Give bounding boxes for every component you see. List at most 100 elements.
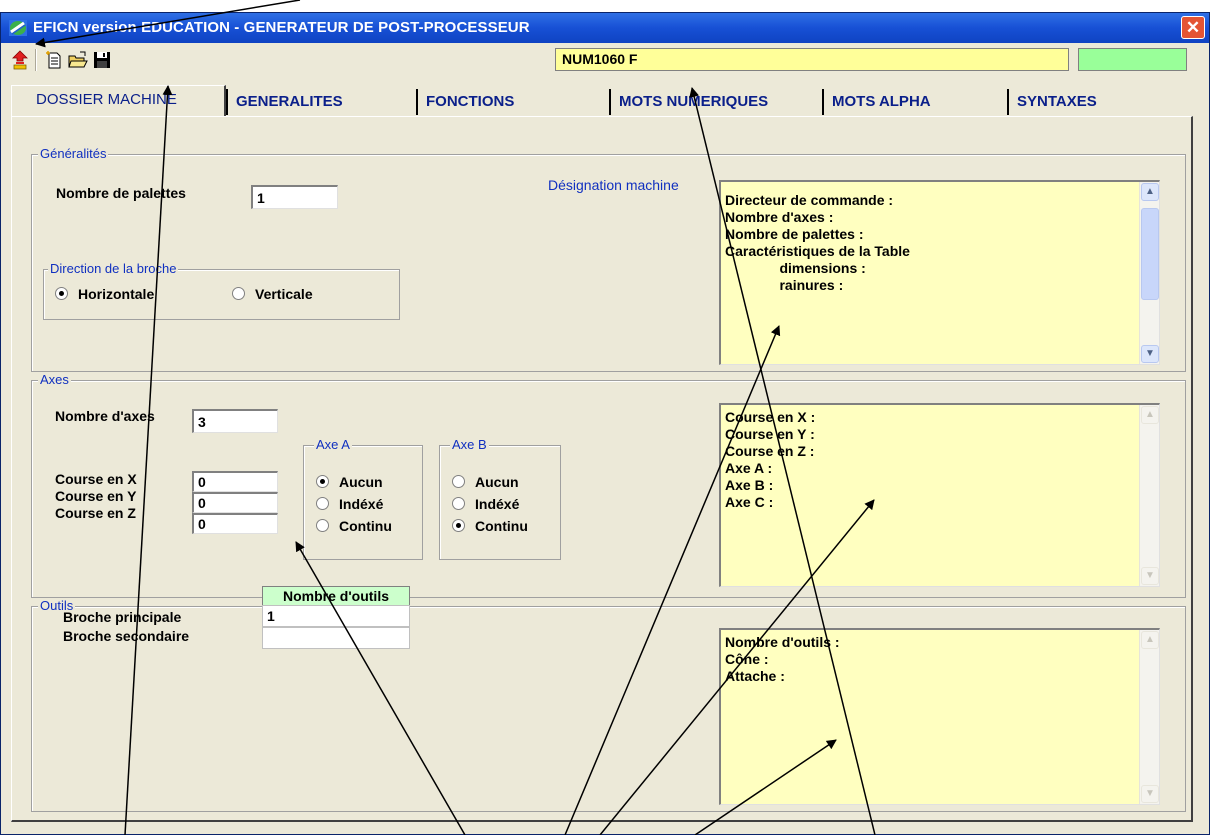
axes-memo[interactable]: Course en X : Course en Y : Course en Z … (719, 403, 1160, 587)
memo-line: Nombre d'outils : (725, 634, 840, 650)
axe-b-group: Axe B Aucun Indéxé Continu (439, 437, 561, 560)
radio-unchecked-icon (316, 497, 329, 510)
memo-line: Caractéristiques de la Table (725, 243, 910, 259)
memo-line: Axe B : (725, 477, 774, 493)
designation-memo[interactable]: Directeur de commande : Nombre d'axes : … (719, 180, 1160, 365)
radio-checked-icon (55, 287, 68, 300)
title-bar[interactable]: EFICN version EDUCATION - GENERATEUR DE … (1, 13, 1209, 43)
scroll-up-icon[interactable]: ▲ (1141, 183, 1159, 201)
course-x-label: Course en X (55, 471, 137, 487)
tab-strip: DOSSIER MACHINE GENERALITES FONCTIONS MO… (11, 83, 1196, 119)
radio-verticale-label: Verticale (255, 286, 313, 302)
tab-generalites[interactable]: GENERALITES (226, 89, 406, 115)
axe-b-legend: Axe B (450, 437, 489, 452)
axe-b-continu-label: Continu (475, 518, 528, 534)
tab-mots-alpha[interactable]: MOTS ALPHA (822, 89, 1012, 115)
memo-line: Axe A : (725, 460, 773, 476)
axe-a-aucun-radio[interactable]: Aucun (316, 474, 383, 490)
scroll-up-icon[interactable]: ▲ (1141, 631, 1159, 649)
axe-b-aucun-radio[interactable]: Aucun (452, 474, 519, 490)
tab-mots-numeriques[interactable]: MOTS NUMERIQUES (609, 89, 829, 115)
memo-line: Course en X : (725, 409, 816, 425)
memo-line: dimensions : (725, 260, 866, 276)
broche-principale-input[interactable]: 1 (262, 605, 410, 627)
broche-secondaire-label: Broche secondaire (63, 628, 190, 644)
tab-fonctions[interactable]: FONCTIONS (416, 89, 606, 115)
palettes-label: Nombre de palettes (56, 185, 186, 201)
outils-scrollbar[interactable]: ▲ ▼ (1139, 630, 1159, 804)
memo-line: Attache : (725, 668, 785, 684)
exit-icon[interactable] (10, 50, 30, 70)
memo-line: Nombre d'axes : (725, 209, 834, 225)
designation-label: Désignation machine (548, 177, 679, 193)
radio-checked-icon (316, 475, 329, 488)
axe-b-indexe-label: Indéxé (475, 496, 520, 512)
scroll-thumb[interactable] (1141, 208, 1159, 300)
generalites-legend: Généralités (38, 146, 109, 161)
nb-axes-label: Nombre d'axes (55, 408, 155, 424)
tab-dossier-machine[interactable]: DOSSIER MACHINE (11, 85, 226, 116)
radio-verticale[interactable]: Verticale (232, 286, 313, 302)
scroll-down-icon[interactable]: ▼ (1141, 567, 1159, 585)
nb-axes-input[interactable]: 3 (192, 409, 278, 433)
course-z-label: Course en Z (55, 505, 136, 521)
radio-horizontale-label: Horizontale (78, 286, 155, 302)
axes-legend: Axes (38, 372, 71, 387)
memo-line: Axe C : (725, 494, 774, 510)
toolbar-separator (35, 49, 37, 71)
scroll-down-icon[interactable]: ▼ (1141, 785, 1159, 803)
axes-group: Axes Nombre d'axes 3 Course en X Course … (31, 372, 1186, 598)
outils-group: Outils Nombre d'outils : Cône : Attache … (31, 598, 1186, 812)
app-logo-icon (9, 20, 27, 36)
direction-legend: Direction de la broche (48, 261, 179, 276)
axe-a-group: Axe A Aucun Indéxé Continu (303, 437, 423, 560)
axes-scrollbar[interactable]: ▲ ▼ (1139, 405, 1159, 586)
axe-a-indexe-radio[interactable]: Indéxé (316, 496, 383, 512)
save-disk-icon[interactable] (92, 50, 112, 70)
axe-a-aucun-label: Aucun (339, 474, 383, 490)
memo-line: Course en Z : (725, 443, 815, 459)
open-folder-icon[interactable] (68, 50, 88, 70)
status-indicator (1078, 48, 1187, 71)
course-y-input[interactable]: 0 (192, 492, 278, 513)
course-z-input[interactable]: 0 (192, 513, 278, 534)
palettes-input[interactable]: 1 (251, 185, 338, 209)
machine-name-field[interactable]: NUM1060 F (555, 48, 1069, 71)
radio-checked-icon (452, 519, 465, 532)
radio-unchecked-icon (452, 475, 465, 488)
dossier-machine-page: Généralités Nombre de palettes 1 Désigna… (11, 116, 1193, 822)
designation-scrollbar[interactable]: ▲ ▼ (1139, 182, 1159, 364)
main-window: EFICN version EDUCATION - GENERATEUR DE … (0, 12, 1210, 835)
radio-unchecked-icon (316, 519, 329, 532)
course-x-input[interactable]: 0 (192, 471, 278, 492)
tab-syntaxes[interactable]: SYNTAXES (1007, 89, 1197, 115)
radio-unchecked-icon (452, 497, 465, 510)
memo-line: Directeur de commande : (725, 192, 894, 208)
axe-b-indexe-radio[interactable]: Indéxé (452, 496, 519, 512)
axe-a-indexe-label: Indéxé (339, 496, 384, 512)
nombre-outils-header: Nombre d'outils (262, 586, 410, 606)
close-button[interactable]: ✕ (1181, 16, 1205, 39)
axe-b-aucun-label: Aucun (475, 474, 519, 490)
outils-memo[interactable]: Nombre d'outils : Cône : Attache : ▲ ▼ (719, 628, 1160, 805)
memo-line: Course en Y : (725, 426, 815, 442)
generalites-group: Généralités Nombre de palettes 1 Désigna… (31, 146, 1186, 372)
toolbar: NUM1060 F (1, 43, 1209, 77)
axe-a-legend: Axe A (314, 437, 352, 452)
axe-b-continu-radio[interactable]: Continu (452, 518, 528, 534)
scroll-down-icon[interactable]: ▼ (1141, 345, 1159, 363)
broche-principale-label: Broche principale (63, 609, 182, 625)
broche-secondaire-input[interactable] (262, 627, 410, 649)
axe-a-continu-label: Continu (339, 518, 392, 534)
memo-line: rainures : (725, 277, 844, 293)
direction-broche-group: Direction de la broche Horizontale Verti… (43, 261, 400, 320)
memo-line: Cône : (725, 651, 769, 667)
scroll-up-icon[interactable]: ▲ (1141, 406, 1159, 424)
course-y-label: Course en Y (55, 488, 137, 504)
radio-horizontale[interactable]: Horizontale (55, 286, 154, 302)
axe-a-continu-radio[interactable]: Continu (316, 518, 392, 534)
window-title: EFICN version EDUCATION - GENERATEUR DE … (33, 19, 530, 36)
new-file-icon[interactable] (44, 50, 64, 70)
memo-line: Nombre de palettes : (725, 226, 864, 242)
radio-unchecked-icon (232, 287, 245, 300)
